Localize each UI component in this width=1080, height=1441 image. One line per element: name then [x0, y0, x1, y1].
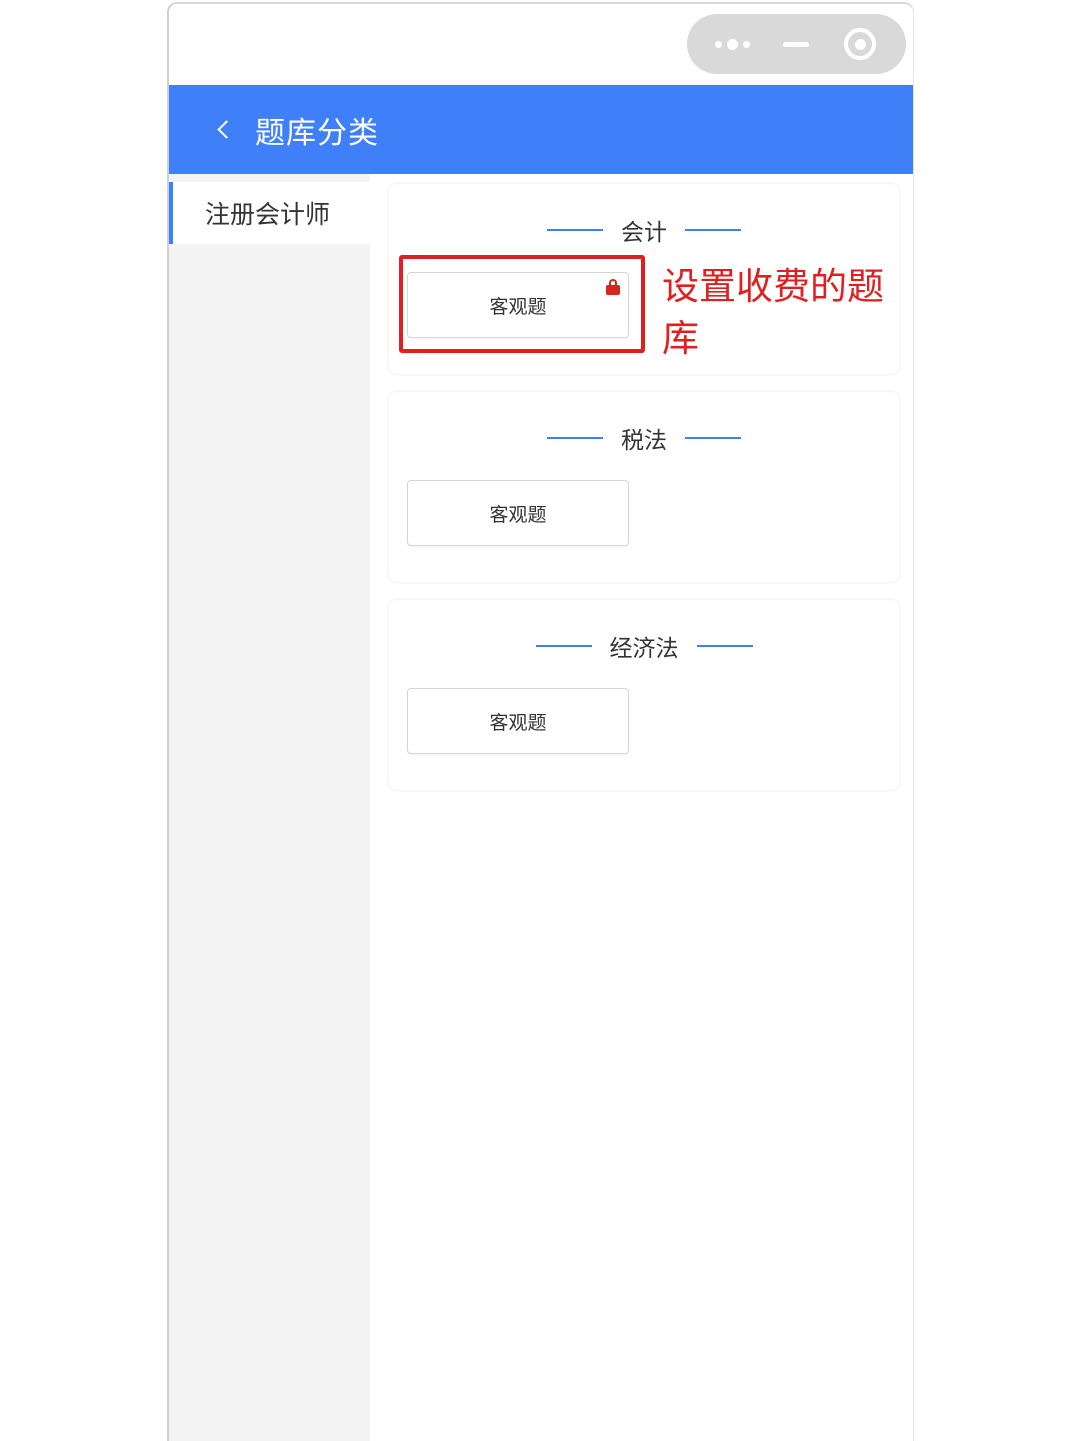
divider: [535, 645, 592, 647]
objective-questions-button[interactable]: 客观题: [407, 480, 629, 546]
back-button[interactable]: [199, 106, 247, 154]
more-dots-icon: [715, 38, 751, 50]
chevron-left-icon: [216, 120, 236, 139]
annotation-text: 设置收费的题库: [662, 265, 884, 360]
navigation-bar: 题库分类: [169, 85, 913, 174]
section-title: 经济法: [609, 636, 679, 662]
mini-program-capsule: [687, 14, 906, 74]
section-title: 会计: [621, 220, 667, 246]
button-label: 客观题: [489, 295, 547, 318]
divider: [696, 645, 753, 647]
sidebar-item-label: 注册会计师: [205, 200, 331, 229]
divider: [547, 229, 603, 231]
close-button[interactable]: [830, 22, 890, 66]
divider: [685, 437, 741, 439]
sidebar-item-cpa[interactable]: 注册会计师: [169, 182, 370, 244]
section-card-economic-law: 经济法 客观题: [389, 600, 899, 790]
minimize-button[interactable]: [766, 22, 826, 66]
section-title: 税法: [621, 428, 667, 454]
lock-icon: [606, 279, 620, 295]
section-header: 经济法: [389, 628, 899, 664]
button-label: 客观题: [489, 503, 547, 526]
more-button[interactable]: [703, 22, 763, 66]
button-label: 客观题: [489, 711, 547, 734]
section-header: 会计: [389, 212, 899, 248]
divider: [547, 437, 603, 439]
section-header: 税法: [389, 420, 899, 456]
objective-questions-button[interactable]: 客观题: [407, 688, 629, 754]
minimize-icon: [783, 41, 810, 47]
page-title: 题库分类: [255, 115, 379, 151]
divider: [685, 229, 741, 231]
objective-questions-button[interactable]: 客观题: [407, 272, 629, 338]
section-card-tax-law: 税法 客观题: [389, 392, 899, 582]
category-sidebar: 注册会计师: [169, 174, 370, 1441]
phone-frame: 题库分类 注册会计师 会计 客观题 税法 客观题 经济法 客观题 设置收费的题库: [167, 2, 914, 1441]
target-close-icon: [844, 28, 877, 60]
